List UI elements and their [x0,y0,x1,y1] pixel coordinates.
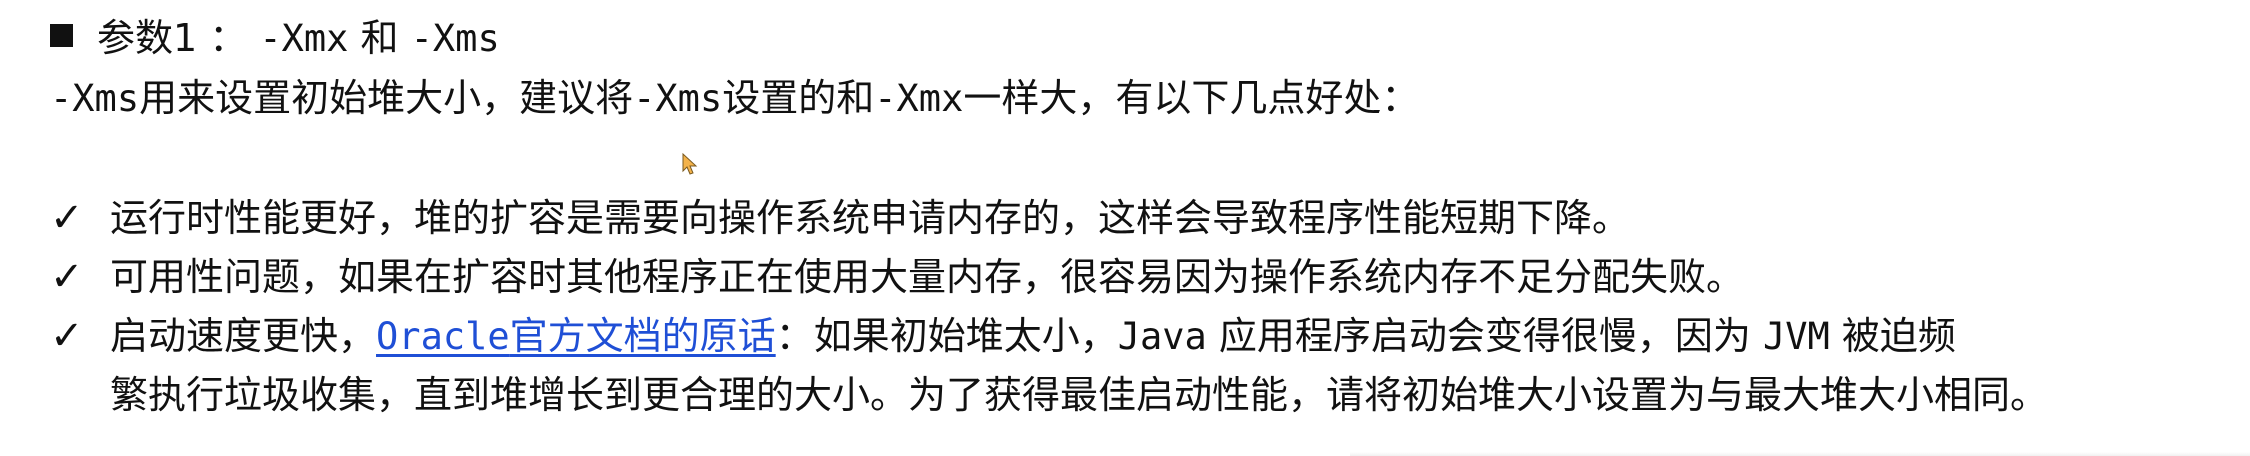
intro-text-2: 设置的和 [722,76,875,120]
benefit-3-after-link: ：如果初始堆太小， [775,314,1118,358]
intro-paragraph: -Xms用来设置初始堆大小，建议将-Xms设置的和-Xmx一样大，有以下几点好处… [50,74,1419,123]
benefit-3-end-line-1: 被迫频 [1829,314,1956,358]
heading-xms: -Xms [410,17,500,60]
benefit-item-3-line-2: 繁执行垃圾收集，直到堆增长到更合理的大小。为了获得最佳启动性能，请将初始堆大小设… [110,373,2049,417]
bottom-edge-shadow [1350,452,2250,456]
oracle-docs-link[interactable]: Oracle官方文档的原话 [376,314,776,358]
oracle-link-code: Oracle [376,315,510,358]
intro-code-xms-1: -Xms [50,77,140,120]
document-page: 参数1 ： -Xmx 和 -Xms -Xms用来设置初始堆大小，建议将-Xms设… [0,0,2250,456]
benefit-3-mid: 应用程序启动会变得很慢，因为 [1206,314,1763,358]
heading-prefix: 参数1 ： [97,16,260,60]
checkmark-icon: ✓ [50,313,84,359]
heading-xmx: -Xmx [259,17,349,60]
oracle-link-text: 官方文档的原话 [509,314,776,358]
checkmark-icon: ✓ [50,254,84,300]
checkmark-icon: ✓ [50,195,84,241]
benefit-3-java: Java [1117,315,1207,358]
mouse-pointer-icon [682,152,698,175]
benefit-item-1: 运行时性能更好，堆的扩容是需要向操作系统申请内存的，这样会导致程序性能短期下降。 [110,196,1631,240]
benefit-item-3-line-1: 启动速度更快，Oracle官方文档的原话：如果初始堆太小，Java 应用程序启动… [110,312,1956,361]
square-bullet-icon [50,24,73,47]
intro-code-xms-2: -Xms [633,77,723,120]
intro-code-xmx: -Xmx [874,77,964,120]
intro-text-3: 一样大，有以下几点好处： [963,76,1420,120]
benefit-3-jvm: JVM [1762,315,1830,358]
intro-text-1: 用来设置初始堆大小，建议将 [139,76,634,120]
section-heading: 参数1 ： -Xmx 和 -Xms [50,14,500,63]
benefit-item-2: 可用性问题，如果在扩容时其他程序正在使用大量内存，很容易因为操作系统内存不足分配… [110,255,1745,299]
benefit-3-lead: 启动速度更快， [110,314,377,358]
heading-and: 和 [348,16,411,60]
